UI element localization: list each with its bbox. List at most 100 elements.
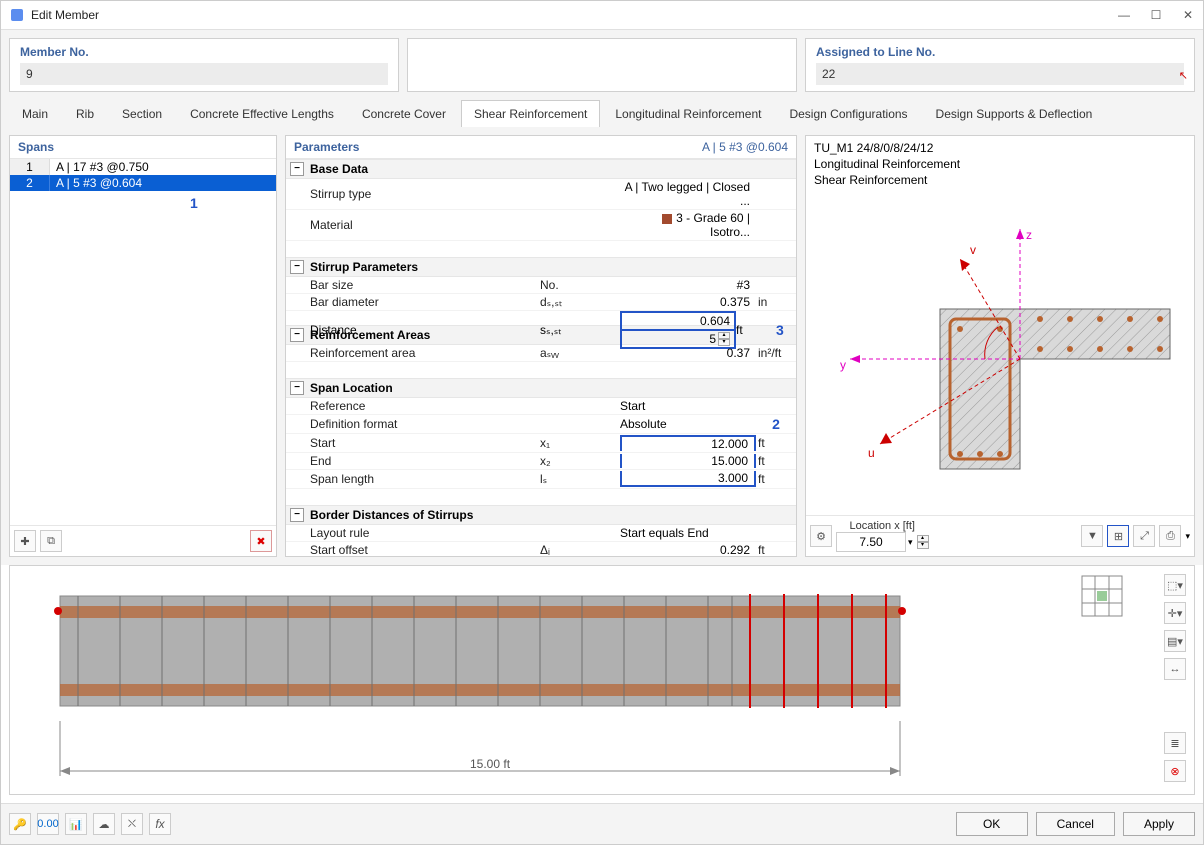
collapse-icon[interactable]: − [290, 381, 304, 395]
tabs: MainRibSectionConcrete Effective Lengths… [1, 100, 1203, 127]
maximize-button[interactable]: ☐ [1149, 8, 1163, 22]
filter-button[interactable]: ▼ [1081, 525, 1103, 547]
parameters-right-label: A | 5 #3 @0.604 [702, 140, 788, 154]
parameters-pane: Parameters A | 5 #3 @0.604 − Base Data S… [285, 135, 797, 557]
section-info: TU_M1 24/8/0/8/24/12 Longitudinal Reinfo… [806, 136, 1194, 193]
apply-button[interactable]: Apply [1123, 812, 1195, 836]
tab-concrete-effective-lengths[interactable]: Concrete Effective Lengths [177, 100, 347, 127]
copy-span-button[interactable]: ⧉ [40, 530, 62, 552]
script-button[interactable]: fx [149, 813, 171, 835]
spans-pane: Spans 1A | 17 #3 @0.7502A | 5 #3 @0.6041… [9, 135, 277, 557]
section-span-location[interactable]: − Span Location [286, 378, 796, 398]
spans-title: Spans [10, 136, 276, 159]
collapse-icon[interactable]: − [290, 260, 304, 274]
axes-button[interactable]: ✛▾ [1164, 602, 1186, 624]
section-base-data[interactable]: − Base Data [286, 159, 796, 179]
cancel-button[interactable]: Cancel [1036, 812, 1115, 836]
row-material[interactable]: Material 3 - Grade 60 | Isotro... [286, 210, 796, 241]
tab-longitudinal-reinforcement[interactable]: Longitudinal Reinforcement [602, 100, 774, 127]
grid-icon[interactable] [1080, 574, 1124, 621]
section-preview-pane: TU_M1 24/8/0/8/24/12 Longitudinal Reinfo… [805, 135, 1195, 557]
member-no-panel: Member No. [9, 38, 399, 92]
units-button[interactable]: 0.00 [37, 813, 59, 835]
span-row[interactable]: 1A | 17 #3 @0.750 [10, 159, 276, 175]
row-end[interactable]: End x₂ 15.000 ft [286, 453, 796, 470]
number-spinner[interactable]: ▴▾ [718, 332, 730, 346]
annotation-3: 3 [776, 322, 796, 338]
tab-shear-reinforcement[interactable]: Shear Reinforcement [461, 100, 600, 127]
dimension-button[interactable]: ⊞ [1107, 525, 1129, 547]
assigned-panel: Assigned to Line No. ↖ [805, 38, 1195, 92]
new-span-button[interactable]: ✚ [14, 530, 36, 552]
collapse-icon[interactable]: − [290, 328, 304, 342]
row-start-offset[interactable]: Start offset Δᵢ 0.292 ft [286, 542, 796, 556]
annotation-2: 2 [756, 416, 796, 432]
section-canvas[interactable]: z y v u [806, 193, 1194, 515]
view-3d-button[interactable]: ⬚▾ [1164, 574, 1186, 596]
section-border[interactable]: − Border Distances of Stirrups [286, 505, 796, 525]
collapse-icon[interactable]: − [290, 162, 304, 176]
key-button[interactable]: 🔑 [9, 813, 31, 835]
stats-button[interactable]: 📊 [65, 813, 87, 835]
spans-list: 1A | 17 #3 @0.7502A | 5 #3 @0.6041 [10, 159, 276, 525]
unlink-button[interactable]: ⛌ [121, 813, 143, 835]
ok-button[interactable]: OK [956, 812, 1028, 836]
svg-text:15.00 ft: 15.00 ft [470, 757, 511, 771]
assigned-input[interactable] [816, 63, 1184, 85]
view-options-button[interactable]: ⚙ [810, 525, 832, 547]
span-row[interactable]: 2A | 5 #3 @0.604 [10, 175, 276, 191]
titlebar: Edit Member — ☐ ✕ [1, 1, 1203, 30]
pick-line-icon[interactable]: ↖ [1179, 69, 1188, 82]
scale-button[interactable]: ↔ [1164, 658, 1186, 680]
window-title: Edit Member [31, 8, 1117, 22]
assigned-label: Assigned to Line No. [816, 45, 1184, 59]
long-reinf-text: Longitudinal Reinforcement [814, 156, 1186, 172]
delete-span-button[interactable]: ✖ [250, 530, 272, 552]
tab-main[interactable]: Main [9, 100, 61, 127]
header-mid-panel [407, 38, 797, 92]
row-def-format[interactable]: Definition format Absolute 2 [286, 415, 796, 434]
svg-text:y: y [840, 358, 846, 372]
app-icon [9, 7, 25, 23]
render-button[interactable]: ▤▾ [1164, 630, 1186, 652]
print-dropdown-icon[interactable]: ▾ [1185, 531, 1190, 542]
tab-design-configurations[interactable]: Design Configurations [776, 100, 920, 127]
preview-tools: ⬚▾ ✛▾ ▤▾ ↔ ≣ ⊗ [1164, 574, 1186, 782]
member-no-input[interactable] [20, 63, 388, 85]
row-reference[interactable]: Reference Start [286, 398, 796, 415]
row-bar-size[interactable]: Bar size No. #3 [286, 277, 796, 294]
parameters-body[interactable]: − Base Data Stirrup type A | Two legged … [286, 159, 796, 556]
header-row: Member No. Assigned to Line No. ↖ [1, 30, 1203, 100]
tab-design-supports-&-deflection[interactable]: Design Supports & Deflection [923, 100, 1106, 127]
spans-toolbar: ✚ ⧉ ✖ [10, 525, 276, 556]
location-label: Location x [ft] [836, 520, 929, 532]
location-input[interactable] [836, 532, 906, 552]
main-content: Spans 1A | 17 #3 @0.7502A | 5 #3 @0.6041… [1, 127, 1203, 565]
tab-concrete-cover[interactable]: Concrete Cover [349, 100, 459, 127]
row-bar-diameter[interactable]: Bar diameter dₛ,ₛₜ 0.375 in [286, 294, 796, 311]
row-span-length[interactable]: Span length lₛ 3.000 ft [286, 470, 796, 489]
minimize-button[interactable]: — [1117, 8, 1131, 22]
location-spinner[interactable]: ▴▾ [917, 535, 929, 549]
zoom-button[interactable]: ⤢ [1133, 525, 1155, 547]
tab-rib[interactable]: Rib [63, 100, 107, 127]
clear-search-icon[interactable]: ⊗ [1164, 760, 1186, 782]
row-reinf-area[interactable]: Reinforcement area aₛᵥᵥ 0.37 in²/ft [286, 345, 796, 362]
beam-preview[interactable]: 15.00 ft ⬚▾ ✛▾ ▤▾ ↔ ≣ ⊗ [9, 565, 1195, 795]
section-stirrup-params[interactable]: − Stirrup Parameters [286, 257, 796, 277]
layers-button[interactable]: ≣ [1164, 732, 1186, 754]
row-stirrup-type[interactable]: Stirrup type A | Two legged | Closed ... [286, 179, 796, 210]
row-layout-rule[interactable]: Layout rule Start equals End [286, 525, 796, 542]
collapse-icon[interactable]: − [290, 508, 304, 522]
parameters-title: Parameters [294, 140, 359, 154]
row-start[interactable]: Start x₁ 12.000 ft [286, 434, 796, 453]
annotation-1: 1 [10, 191, 276, 211]
print-button[interactable]: ⎙ [1159, 525, 1181, 547]
close-button[interactable]: ✕ [1181, 8, 1195, 22]
sync-button[interactable]: ☁ [93, 813, 115, 835]
tab-section[interactable]: Section [109, 100, 175, 127]
section-toolbar: ⚙ Location x [ft] ▾ ▴▾ ▼ ⊞ ⤢ ⎙ [806, 515, 1194, 556]
section-id-text: TU_M1 24/8/0/8/24/12 [814, 140, 1186, 156]
location-dropdown-icon[interactable]: ▾ [908, 537, 913, 548]
distance-input[interactable]: 0.604 [620, 311, 736, 329]
